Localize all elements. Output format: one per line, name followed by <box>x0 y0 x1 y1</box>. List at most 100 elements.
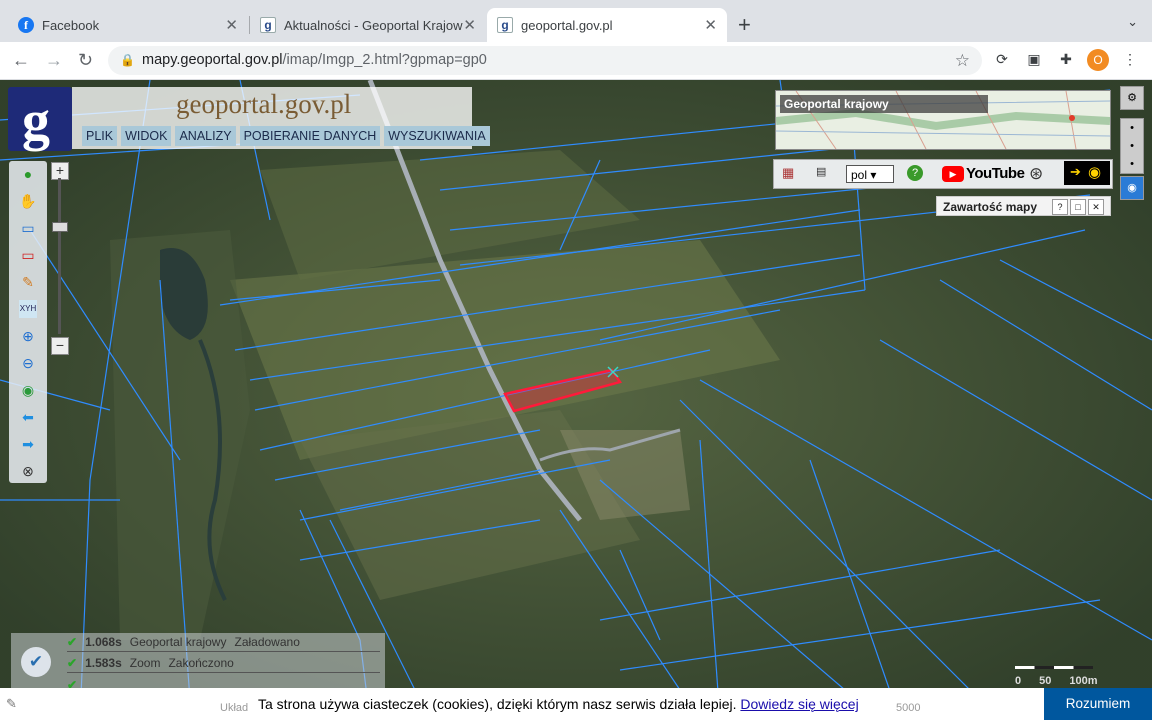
browser-tab-strip: f Facebook ✕ g Aktualności - Geoportal K… <box>0 0 1152 42</box>
lock-icon[interactable]: 🔒 <box>120 46 135 75</box>
select-rect-icon[interactable]: ▭ <box>19 219 37 237</box>
maximize-button[interactable]: □ <box>1070 199 1086 215</box>
scale-label: 100m <box>1069 675 1098 687</box>
forward-button[interactable]: → <box>45 50 63 71</box>
forward-arrow-icon[interactable]: ➡ <box>19 435 37 453</box>
right-toolbar: ⚙ • • • ◉ <box>1120 86 1144 202</box>
close-button[interactable]: ✕ <box>1088 199 1104 215</box>
cookie-text: Ta strona używa ciasteczek (cookies), dz… <box>258 696 737 712</box>
scale-bar-graphic <box>1015 666 1093 669</box>
wms-icon[interactable]: ▤ <box>816 165 836 181</box>
tab-geoportal[interactable]: g geoportal.gov.pl ✕ <box>487 8 727 42</box>
geoportal-logo[interactable]: g <box>8 87 72 152</box>
back-arrow-icon[interactable]: ⬅ <box>19 408 37 426</box>
menu-analizy[interactable]: ANALIZY <box>175 126 236 146</box>
status-state: Zakończono <box>168 656 234 670</box>
scale-number: 5000 <box>896 702 921 714</box>
tab-search-chevron-icon[interactable]: ⌄ <box>1127 14 1138 30</box>
geoportal-icon: g <box>260 17 276 33</box>
globe-icon[interactable]: ◉ <box>19 381 37 399</box>
zoom-slider-handle[interactable] <box>52 222 68 232</box>
clear-select-icon[interactable]: ▭ <box>19 246 37 264</box>
tab-title: Aktualności - Geoportal Krajow <box>284 17 463 33</box>
tab-facebook[interactable]: f Facebook ✕ <box>8 8 248 42</box>
browser-toolbar: ← → ↻ 🔒 mapy.geoportal.gov.pl/imap/Imgp_… <box>0 42 1152 80</box>
visibility-eye-icon[interactable]: ◉ <box>1120 176 1144 200</box>
divider <box>67 651 380 652</box>
facebook-icon: f <box>18 17 34 33</box>
status-source: Geoportal krajowy <box>129 635 227 649</box>
map-content-panel[interactable]: Zawartość mapy ? □ ✕ <box>936 196 1111 216</box>
map-content-title: Zawartość mapy <box>943 200 1038 214</box>
puzzle-extensions-icon[interactable]: ✚ <box>1057 50 1075 68</box>
menu-pobieranie-danych[interactable]: POBIERANIE DANYCH <box>239 126 381 146</box>
contrast-toggle[interactable]: ➔ ◉ <box>1064 161 1110 185</box>
menu-widok[interactable]: WIDOK <box>121 126 172 146</box>
scale-label: 50 <box>1039 675 1052 687</box>
reload-button[interactable]: ↻ <box>78 50 93 71</box>
top-right-toolbar: ▦ ▤ pol ▾ ? ▶ YouTube ⊛ ➔ ◉ <box>773 159 1113 189</box>
tab-title: Facebook <box>42 17 100 33</box>
logo-letter: g <box>22 90 50 152</box>
back-button[interactable]: ← <box>12 50 30 71</box>
tab-title: geoportal.gov.pl <box>521 17 613 33</box>
geoportal-icon: g <box>497 17 513 33</box>
close-tab-icon[interactable]: ✕ <box>463 16 476 34</box>
zoom-minus-button[interactable]: − <box>51 337 69 355</box>
ok-check-icon: ✔ <box>67 635 78 649</box>
settings-icon[interactable]: ⚙ <box>1120 86 1144 110</box>
pencil-icon[interactable]: ✎ <box>19 273 37 291</box>
status-state: Załadowano <box>234 635 300 649</box>
url-path: /imap/Imgp_2.html?gpmap=gp0 <box>282 52 487 68</box>
accessibility-wheel-icon[interactable]: ⊛ <box>1029 164 1043 184</box>
status-row: ✔ 1.068s Geoportal krajowy Załadowano <box>67 633 300 651</box>
edit-icon[interactable]: ✎ <box>6 696 17 712</box>
zoom-out-icon[interactable]: ⊖ <box>19 354 37 372</box>
help-button[interactable]: ? <box>1052 199 1068 215</box>
overview-map[interactable]: Geoportal krajowy <box>775 90 1111 150</box>
status-row: ✔ 1.583s Zoom Zakończono <box>67 654 234 672</box>
menu-plik[interactable]: PLIK <box>82 126 118 146</box>
address-bar[interactable]: 🔒 mapy.geoportal.gov.pl/imap/Imgp_2.html… <box>108 46 982 75</box>
pan-hand-icon[interactable]: ✋ <box>19 192 37 210</box>
sync-extension-icon[interactable]: ⟳ <box>993 50 1011 68</box>
coordinate-system-label: Układ <box>220 702 249 714</box>
profile-avatar[interactable]: O <box>1087 49 1109 71</box>
eye-icon: ◉ <box>1088 164 1102 181</box>
youtube-link[interactable]: ▶ YouTube <box>942 165 1025 182</box>
cookie-more-link[interactable]: Dowiedz się więcej <box>740 696 858 712</box>
youtube-play-icon: ▶ <box>942 165 964 182</box>
cookie-message: Ta strona używa ciasteczek (cookies), dz… <box>258 696 859 712</box>
brand-title: geoportal.gov.pl <box>176 89 352 119</box>
language-select[interactable]: pol ▾ <box>846 165 894 183</box>
status-time: 1.583s <box>85 656 122 670</box>
info-icon[interactable]: ● <box>19 165 37 183</box>
status-time: 1.068s <box>85 635 122 649</box>
accept-cookies-button[interactable]: Rozumiem <box>1044 688 1152 720</box>
grid-icon[interactable]: ▦ <box>782 165 798 181</box>
url-domain: mapy.geoportal.gov.pl <box>142 52 283 68</box>
bookmark-star-icon[interactable]: ☆ <box>955 46 970 75</box>
more-menu-icon[interactable]: ⋮ <box>1121 50 1139 68</box>
zoom-in-icon[interactable]: ⊕ <box>19 327 37 345</box>
map-view[interactable]: g geoportal.gov.pl PLIK WIDOK ANALIZY PO… <box>0 80 1152 720</box>
main-menu: PLIK WIDOK ANALIZY POBIERANIE DANYCH WYS… <box>82 126 490 146</box>
menu-wyszukiwania[interactable]: WYSZUKIWANIA <box>384 126 490 146</box>
help-icon[interactable]: ? <box>907 165 923 181</box>
youtube-label: YouTube <box>966 165 1025 182</box>
xyh-icon[interactable]: XYH <box>19 300 37 318</box>
facebook-extension-icon[interactable]: ▣ <box>1025 50 1043 68</box>
scale-bar: 0 50 100m <box>1015 666 1098 687</box>
overview-title: Geoportal krajowy <box>780 95 988 113</box>
reset-icon[interactable]: ⊗ <box>19 462 37 480</box>
url-text: mapy.geoportal.gov.pl/imap/Imgp_2.html?g… <box>142 46 487 75</box>
layer-dots-icon[interactable]: • • • <box>1120 118 1144 174</box>
language-value: pol <box>851 168 868 182</box>
zoom-slider-track[interactable] <box>58 178 61 334</box>
tab-aktualnosci[interactable]: g Aktualności - Geoportal Krajow ✕ <box>250 8 486 42</box>
close-tab-icon[interactable]: ✕ <box>225 16 238 34</box>
new-tab-button[interactable]: + <box>738 12 751 38</box>
left-toolbar: ● ✋ ▭ ▭ ✎ XYH ⊕ ⊖ ◉ ⬅ ➡ ⊗ <box>9 161 47 483</box>
close-tab-icon[interactable]: ✕ <box>704 16 717 34</box>
scale-label: 0 <box>1015 675 1022 687</box>
